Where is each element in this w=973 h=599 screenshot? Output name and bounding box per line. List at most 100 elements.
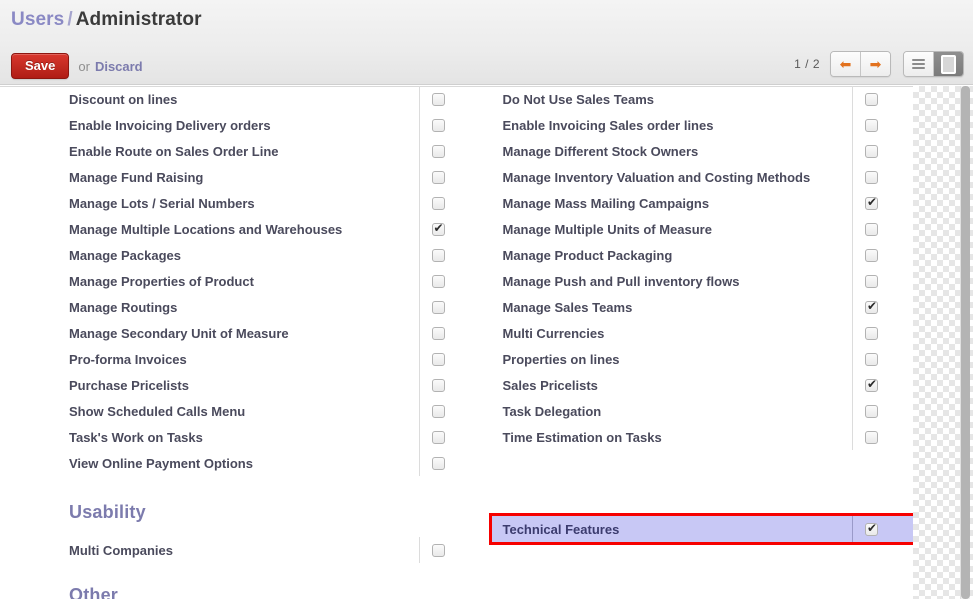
option-row[interactable]: Manage Push and Pull inventory flows xyxy=(492,268,914,294)
option-checkbox-cell[interactable] xyxy=(853,222,913,236)
option-checkbox-cell[interactable] xyxy=(420,196,480,210)
checkbox-unchecked-icon[interactable] xyxy=(865,326,878,340)
option-row[interactable]: Show Scheduled Calls Menu xyxy=(58,398,480,424)
checkbox-unchecked-icon[interactable] xyxy=(865,248,878,262)
checkbox-unchecked-icon[interactable] xyxy=(431,274,445,288)
option-checkbox-cell[interactable] xyxy=(420,144,480,158)
option-row[interactable]: Manage Secondary Unit of Measure xyxy=(58,320,480,346)
option-checkbox-cell[interactable] xyxy=(420,221,480,236)
option-checkbox-cell[interactable] xyxy=(420,404,480,418)
option-checkbox-cell[interactable] xyxy=(853,170,913,184)
scrollbar-thumb[interactable] xyxy=(961,86,970,599)
option-row[interactable]: Manage Different Stock Owners xyxy=(492,138,914,164)
option-checkbox-cell[interactable] xyxy=(853,144,913,158)
highlighted-option-row[interactable]: Technical Features xyxy=(488,513,913,545)
option-row[interactable]: Do Not Use Sales Teams xyxy=(492,86,914,112)
option-checkbox-cell[interactable] xyxy=(420,248,480,262)
checkbox-checked-icon[interactable] xyxy=(865,521,878,536)
breadcrumb-parent-link[interactable]: Users xyxy=(11,9,64,30)
option-row[interactable]: Multi Companies xyxy=(58,537,480,563)
checkbox-unchecked-icon[interactable] xyxy=(431,248,445,262)
option-row[interactable]: Manage Multiple Units of Measure xyxy=(492,216,914,242)
list-view-button[interactable] xyxy=(904,52,933,76)
pager-next-button[interactable]: ➡ xyxy=(860,52,890,76)
option-checkbox-cell[interactable] xyxy=(420,92,480,106)
option-row[interactable]: Discount on lines xyxy=(58,86,480,112)
option-checkbox-cell[interactable] xyxy=(420,118,480,132)
option-row[interactable]: Enable Invoicing Sales order lines xyxy=(492,112,914,138)
page-scrollbar[interactable] xyxy=(960,86,970,599)
checkbox-unchecked-icon[interactable] xyxy=(431,543,445,557)
option-row[interactable]: Manage Packages xyxy=(58,242,480,268)
option-checkbox-cell[interactable] xyxy=(420,352,480,366)
option-checkbox-cell[interactable] xyxy=(853,521,913,536)
checkbox-unchecked-icon[interactable] xyxy=(865,404,878,418)
option-checkbox-cell[interactable] xyxy=(853,299,913,314)
pager-previous-button[interactable]: ⬅ xyxy=(831,52,860,76)
option-checkbox-cell[interactable] xyxy=(420,456,480,470)
option-row[interactable]: Purchase Pricelists xyxy=(58,372,480,398)
checkbox-unchecked-icon[interactable] xyxy=(431,300,445,314)
checkbox-unchecked-icon[interactable] xyxy=(865,222,878,236)
option-row[interactable]: Manage Inventory Valuation and Costing M… xyxy=(492,164,914,190)
checkbox-unchecked-icon[interactable] xyxy=(865,118,878,132)
checkbox-checked-icon[interactable] xyxy=(865,299,878,314)
checkbox-unchecked-icon[interactable] xyxy=(431,196,445,210)
option-checkbox-cell[interactable] xyxy=(420,378,480,392)
option-row[interactable]: View Online Payment Options xyxy=(58,450,480,476)
option-checkbox-cell[interactable] xyxy=(853,195,913,210)
option-row[interactable]: Manage Multiple Locations and Warehouses xyxy=(58,216,480,242)
checkbox-unchecked-icon[interactable] xyxy=(431,378,445,392)
option-row[interactable]: Manage Mass Mailing Campaigns xyxy=(492,190,914,216)
option-row[interactable]: Manage Lots / Serial Numbers xyxy=(58,190,480,216)
checkbox-unchecked-icon[interactable] xyxy=(865,92,878,106)
checkbox-unchecked-icon[interactable] xyxy=(431,170,445,184)
form-view-button[interactable] xyxy=(933,52,963,76)
option-checkbox-cell[interactable] xyxy=(853,404,913,418)
option-row[interactable]: Enable Route on Sales Order Line xyxy=(58,138,480,164)
option-checkbox-cell[interactable] xyxy=(420,543,480,557)
checkbox-unchecked-icon[interactable] xyxy=(431,430,445,444)
checkbox-unchecked-icon[interactable] xyxy=(431,144,445,158)
option-row[interactable]: Properties on lines xyxy=(492,346,914,372)
discard-button[interactable]: Discard xyxy=(95,59,143,74)
option-row[interactable]: Manage Fund Raising xyxy=(58,164,480,190)
option-checkbox-cell[interactable] xyxy=(420,430,480,444)
checkbox-checked-icon[interactable] xyxy=(865,377,878,392)
option-checkbox-cell[interactable] xyxy=(420,300,480,314)
option-checkbox-cell[interactable] xyxy=(853,326,913,340)
option-checkbox-cell[interactable] xyxy=(853,118,913,132)
option-row[interactable]: Enable Invoicing Delivery orders xyxy=(58,112,480,138)
checkbox-unchecked-icon[interactable] xyxy=(431,326,445,340)
option-checkbox-cell[interactable] xyxy=(853,92,913,106)
checkbox-unchecked-icon[interactable] xyxy=(865,352,878,366)
option-checkbox-cell[interactable] xyxy=(853,430,913,444)
option-row[interactable]: Manage Sales Teams xyxy=(492,294,914,320)
option-row[interactable]: Multi Currencies xyxy=(492,320,914,346)
option-row[interactable]: Time Estimation on Tasks xyxy=(492,424,914,450)
checkbox-unchecked-icon[interactable] xyxy=(431,456,445,470)
option-checkbox-cell[interactable] xyxy=(853,377,913,392)
checkbox-unchecked-icon[interactable] xyxy=(431,404,445,418)
option-checkbox-cell[interactable] xyxy=(853,352,913,366)
option-row[interactable]: Task's Work on Tasks xyxy=(58,424,480,450)
option-row[interactable]: Manage Routings xyxy=(58,294,480,320)
checkbox-unchecked-icon[interactable] xyxy=(431,118,445,132)
checkbox-unchecked-icon[interactable] xyxy=(865,430,878,444)
option-row[interactable]: Sales Pricelists xyxy=(492,372,914,398)
save-button[interactable]: Save xyxy=(11,53,70,79)
option-checkbox-cell[interactable] xyxy=(420,326,480,340)
option-row[interactable]: Pro-forma Invoices xyxy=(58,346,480,372)
option-row[interactable]: Task Delegation xyxy=(492,398,914,424)
option-checkbox-cell[interactable] xyxy=(420,274,480,288)
checkbox-unchecked-icon[interactable] xyxy=(431,352,445,366)
checkbox-checked-icon[interactable] xyxy=(431,221,445,236)
checkbox-unchecked-icon[interactable] xyxy=(431,92,445,106)
option-row[interactable]: Manage Product Packaging xyxy=(492,242,914,268)
checkbox-checked-icon[interactable] xyxy=(865,195,878,210)
checkbox-unchecked-icon[interactable] xyxy=(865,144,878,158)
checkbox-unchecked-icon[interactable] xyxy=(865,274,878,288)
option-checkbox-cell[interactable] xyxy=(420,170,480,184)
option-checkbox-cell[interactable] xyxy=(853,274,913,288)
option-checkbox-cell[interactable] xyxy=(853,248,913,262)
